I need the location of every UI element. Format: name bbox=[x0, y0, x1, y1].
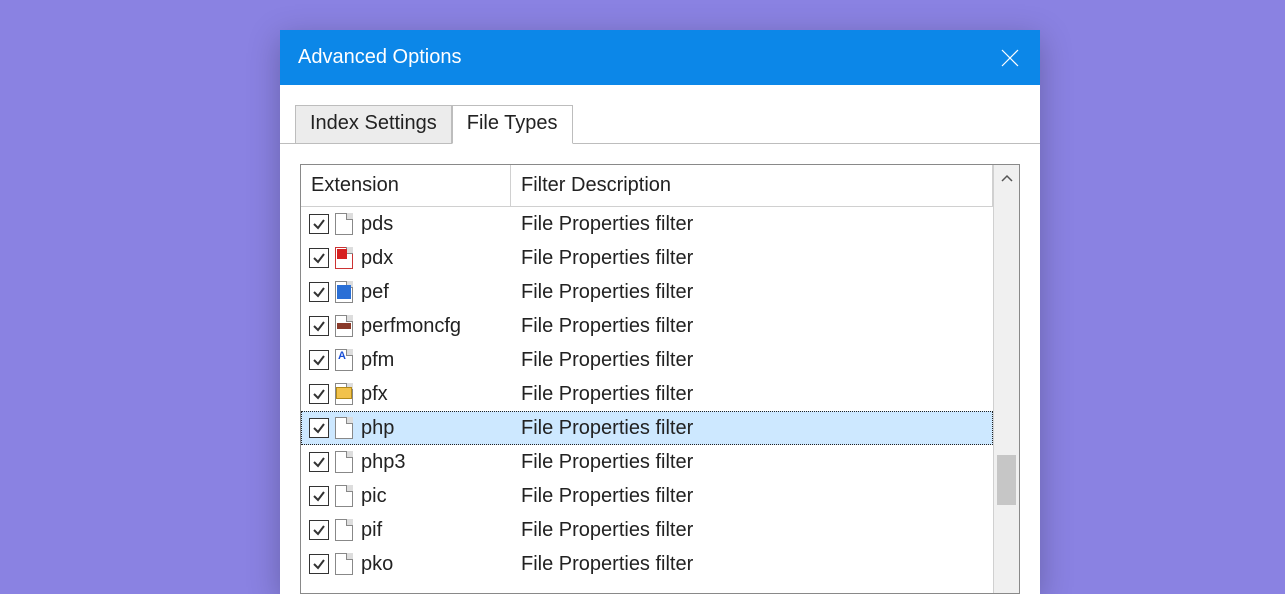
table-row[interactable]: perfmoncfg File Properties filter bbox=[301, 309, 993, 343]
row-checkbox[interactable] bbox=[309, 452, 329, 472]
file-type-icon bbox=[333, 551, 355, 577]
checkmark-icon bbox=[312, 489, 326, 503]
extension-label: pef bbox=[359, 281, 389, 304]
cell-extension: pif bbox=[301, 517, 511, 543]
extension-label: pds bbox=[359, 213, 393, 236]
row-checkbox[interactable] bbox=[309, 486, 329, 506]
file-type-icon bbox=[333, 245, 355, 271]
cell-extension: pfx bbox=[301, 381, 511, 407]
checkmark-icon bbox=[312, 353, 326, 367]
cell-description: File Properties filter bbox=[511, 383, 993, 406]
row-checkbox[interactable] bbox=[309, 350, 329, 370]
checkmark-icon bbox=[312, 523, 326, 537]
cell-description: File Properties filter bbox=[511, 519, 993, 542]
extension-label: pfx bbox=[359, 383, 388, 406]
table-row[interactable]: pef File Properties filter bbox=[301, 275, 993, 309]
vertical-scrollbar[interactable] bbox=[993, 165, 1019, 593]
cell-description: File Properties filter bbox=[511, 247, 993, 270]
cell-description: File Properties filter bbox=[511, 213, 993, 236]
cell-extension: pic bbox=[301, 483, 511, 509]
file-type-icon bbox=[333, 313, 355, 339]
tab-index-settings[interactable]: Index Settings bbox=[295, 105, 452, 144]
table-row[interactable]: pds File Properties filter bbox=[301, 207, 993, 241]
file-types-listview: Extension Filter Description pds File Pro… bbox=[300, 164, 1020, 594]
column-header-extension[interactable]: Extension bbox=[301, 165, 511, 207]
extension-label: pdx bbox=[359, 247, 393, 270]
checkmark-icon bbox=[312, 285, 326, 299]
dialog-window: Advanced Options Index Settings File Typ… bbox=[280, 30, 1040, 594]
checkmark-icon bbox=[312, 217, 326, 231]
file-type-icon bbox=[333, 381, 355, 407]
listview-content: Extension Filter Description pds File Pro… bbox=[301, 165, 993, 593]
extension-label: php bbox=[359, 417, 394, 440]
cell-description: File Properties filter bbox=[511, 451, 993, 474]
file-type-icon bbox=[333, 483, 355, 509]
checkmark-icon bbox=[312, 387, 326, 401]
chevron-up-icon bbox=[1001, 174, 1013, 182]
extension-label: pic bbox=[359, 485, 387, 508]
column-header-description[interactable]: Filter Description bbox=[511, 165, 993, 207]
checkmark-icon bbox=[312, 455, 326, 469]
file-type-icon bbox=[333, 415, 355, 441]
row-checkbox[interactable] bbox=[309, 282, 329, 302]
checkmark-icon bbox=[312, 421, 326, 435]
cell-description: File Properties filter bbox=[511, 417, 993, 440]
row-checkbox[interactable] bbox=[309, 520, 329, 540]
extension-label: pfm bbox=[359, 349, 394, 372]
cell-extension: pko bbox=[301, 551, 511, 577]
cell-extension: php bbox=[301, 415, 511, 441]
cell-extension: perfmoncfg bbox=[301, 313, 511, 339]
cell-description: File Properties filter bbox=[511, 553, 993, 576]
cell-description: File Properties filter bbox=[511, 485, 993, 508]
cell-extension: pfm bbox=[301, 347, 511, 373]
table-row[interactable]: pdx File Properties filter bbox=[301, 241, 993, 275]
scroll-up-button[interactable] bbox=[994, 165, 1019, 191]
table-row[interactable]: pif File Properties filter bbox=[301, 513, 993, 547]
file-type-icon bbox=[333, 347, 355, 373]
table-row[interactable]: pko File Properties filter bbox=[301, 547, 993, 581]
tabstrip: Index Settings File Types bbox=[280, 85, 1040, 144]
tab-file-types[interactable]: File Types bbox=[452, 105, 573, 144]
row-checkbox[interactable] bbox=[309, 214, 329, 234]
file-type-icon bbox=[333, 449, 355, 475]
file-type-icon bbox=[333, 517, 355, 543]
table-row[interactable]: pfx File Properties filter bbox=[301, 377, 993, 411]
close-button[interactable] bbox=[980, 30, 1040, 85]
close-icon bbox=[1001, 49, 1019, 67]
checkmark-icon bbox=[312, 557, 326, 571]
tab-panel: Extension Filter Description pds File Pro… bbox=[280, 144, 1040, 594]
cell-extension: pdx bbox=[301, 245, 511, 271]
row-checkbox[interactable] bbox=[309, 384, 329, 404]
titlebar: Advanced Options bbox=[280, 30, 1040, 85]
row-checkbox[interactable] bbox=[309, 316, 329, 336]
scroll-thumb[interactable] bbox=[997, 455, 1016, 505]
cell-extension: pds bbox=[301, 211, 511, 237]
listview-header: Extension Filter Description bbox=[301, 165, 993, 207]
window-title: Advanced Options bbox=[298, 46, 461, 69]
cell-extension: php3 bbox=[301, 449, 511, 475]
row-checkbox[interactable] bbox=[309, 248, 329, 268]
extension-label: perfmoncfg bbox=[359, 315, 461, 338]
client-area: Index Settings File Types Extension Filt… bbox=[280, 85, 1040, 594]
file-type-icon bbox=[333, 279, 355, 305]
listview-body: pds File Properties filter pdx File Propert… bbox=[301, 207, 993, 581]
extension-label: pif bbox=[359, 519, 382, 542]
cell-description: File Properties filter bbox=[511, 349, 993, 372]
cell-description: File Properties filter bbox=[511, 281, 993, 304]
table-row[interactable]: php3 File Properties filter bbox=[301, 445, 993, 479]
file-type-icon bbox=[333, 211, 355, 237]
table-row[interactable]: pic File Properties filter bbox=[301, 479, 993, 513]
cell-extension: pef bbox=[301, 279, 511, 305]
extension-label: php3 bbox=[359, 451, 406, 474]
checkmark-icon bbox=[312, 251, 326, 265]
extension-label: pko bbox=[359, 553, 393, 576]
cell-description: File Properties filter bbox=[511, 315, 993, 338]
row-checkbox[interactable] bbox=[309, 418, 329, 438]
checkmark-icon bbox=[312, 319, 326, 333]
table-row[interactable]: pfm File Properties filter bbox=[301, 343, 993, 377]
row-checkbox[interactable] bbox=[309, 554, 329, 574]
table-row[interactable]: php File Properties filter bbox=[301, 411, 993, 445]
